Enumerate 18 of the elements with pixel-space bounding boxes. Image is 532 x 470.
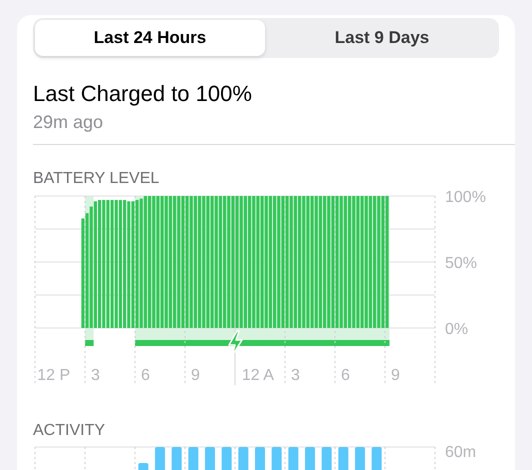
axis-label: 12 A <box>242 367 274 384</box>
axis-label: 6 <box>140 367 150 384</box>
section-heading: BATTERY LEVEL <box>33 169 160 189</box>
segment-tab[interactable]: Last 9 Days <box>267 20 497 56</box>
axis-label: 3 <box>290 367 300 384</box>
axis-label: 50% <box>445 255 478 272</box>
axis-label: 9 <box>390 367 400 384</box>
axis-label: 100% <box>445 189 486 206</box>
axis-label: 6 <box>340 367 350 384</box>
axis-label: 0% <box>445 321 468 338</box>
axis-label: 60m <box>445 444 476 461</box>
segment-tab[interactable]: Last 24 Hours <box>35 20 265 56</box>
axis-label: 3 <box>90 367 100 384</box>
last-charged-time: 29m ago <box>33 111 104 134</box>
section-heading: ACTIVITY <box>33 421 106 441</box>
axis-label: 9 <box>190 367 200 384</box>
axis-label: 12 P <box>37 367 70 384</box>
last-charged-title: Last Charged to 100% <box>33 80 253 108</box>
